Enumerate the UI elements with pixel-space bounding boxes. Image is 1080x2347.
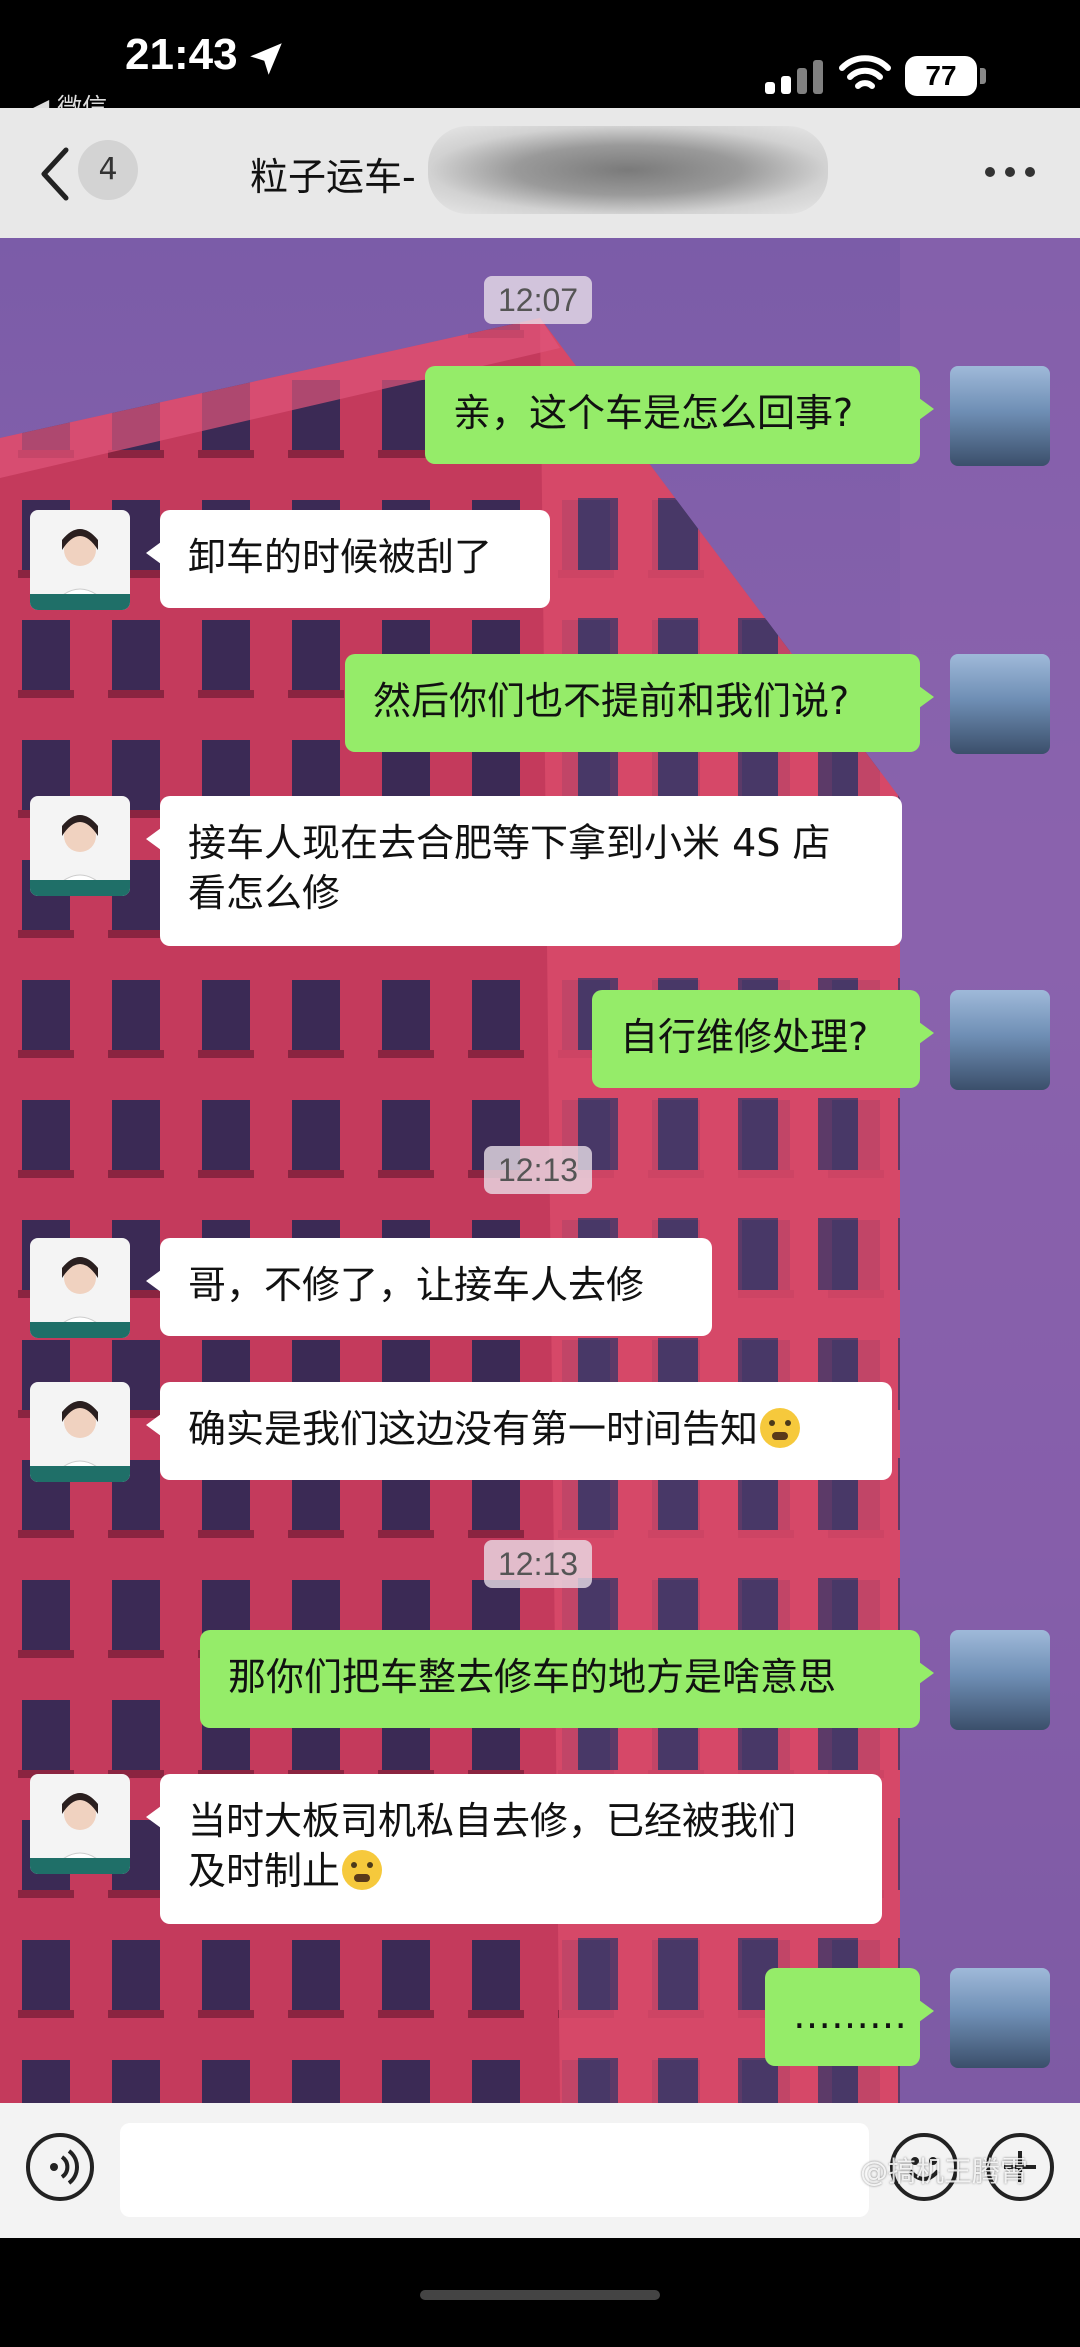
crying-face-emoji-icon <box>342 1850 383 1890</box>
message-text-line: 及时制止 <box>188 1849 341 1893</box>
home-indicator[interactable] <box>420 2290 660 2300</box>
message-text-line: 当时大板司机私自去修，已经被我们 <box>188 1799 797 1843</box>
message-text: 哥，不修了，让接车人去修 <box>188 1263 645 1307</box>
agent-avatar[interactable] <box>30 1774 130 1874</box>
my-avatar[interactable] <box>950 366 1050 466</box>
message-text: 亲，这个车是怎么回事? <box>453 391 854 435</box>
message-text: 然后你们也不提前和我们说? <box>373 679 850 723</box>
battery-indicator: 77 <box>905 56 977 96</box>
message-input[interactable] <box>120 2123 869 2217</box>
agent-avatar[interactable] <box>30 1382 130 1482</box>
message-text: ……… <box>793 1993 907 2037</box>
chat-header: 4 粒子运车- <box>0 108 1080 238</box>
wifi-icon <box>839 55 891 89</box>
my-avatar[interactable] <box>950 990 1050 1090</box>
home-bar-area <box>0 2238 1080 2347</box>
battery-cap-icon <box>980 68 986 84</box>
cellular-signal-icon <box>765 58 829 94</box>
message-bubble-agent[interactable]: 卸车的时候被刮了 <box>146 510 550 608</box>
voice-icon <box>50 2149 79 2185</box>
crying-face-emoji-icon <box>760 1408 801 1448</box>
agent-portrait-icon <box>30 1793 130 1874</box>
message-bubble-me[interactable]: ……… <box>765 1968 934 2066</box>
agent-portrait-icon <box>30 1257 130 1338</box>
message-bubble-agent[interactable]: 当时大板司机私自去修，已经被我们 及时制止 <box>146 1774 882 1924</box>
agent-avatar[interactable] <box>30 1238 130 1338</box>
agent-portrait-icon <box>30 529 130 610</box>
message-text-line: 接车人现在去合肥等下拿到小米 4S 店 <box>188 821 831 865</box>
back-chevron-icon[interactable] <box>32 144 80 204</box>
timestamp: 12:07 <box>484 276 593 324</box>
timestamp: 12:13 <box>484 1146 593 1194</box>
my-avatar[interactable] <box>950 654 1050 754</box>
agent-avatar[interactable] <box>30 510 130 610</box>
message-text: 确实是我们这边没有第一时间告知 <box>188 1407 759 1451</box>
voice-input-button[interactable] <box>26 2133 94 2201</box>
timestamp: 12:13 <box>484 1540 593 1588</box>
chat-title: 粒子运车- <box>250 155 416 199</box>
message-bubble-agent[interactable]: 确实是我们这边没有第一时间告知 <box>146 1382 892 1480</box>
watermark: @搞机王腾霄 <box>860 2155 1029 2188</box>
message-bubble-me[interactable]: 亲，这个车是怎么回事? <box>425 366 934 464</box>
chat-background: 12:07 12:13 12:13 亲，这个车是怎么回事? 卸车的时候被刮了 然… <box>0 238 1080 2103</box>
status-time: 21:43 <box>125 30 238 79</box>
my-avatar[interactable] <box>950 1630 1050 1730</box>
blurred-name-mask <box>428 126 828 214</box>
message-text: 自行维修处理? <box>620 1015 869 1059</box>
my-avatar[interactable] <box>950 1968 1050 2068</box>
status-bar: 21:43 ◀ 微信 77 <box>0 0 1080 122</box>
unread-count-badge[interactable]: 4 <box>78 140 138 200</box>
message-text: 那你们把车整去修车的地方是啥意思 <box>228 1655 837 1699</box>
message-bubble-agent[interactable]: 哥，不修了，让接车人去修 <box>146 1238 712 1336</box>
message-bubble-me[interactable]: 那你们把车整去修车的地方是啥意思 <box>200 1630 934 1728</box>
message-bubble-me[interactable]: 然后你们也不提前和我们说? <box>345 654 934 752</box>
message-bubble-me[interactable]: 自行维修处理? <box>592 990 934 1088</box>
agent-avatar[interactable] <box>30 796 130 896</box>
location-arrow-icon <box>250 43 282 75</box>
agent-portrait-icon <box>30 1401 130 1482</box>
message-text-line: 看怎么修 <box>188 871 341 915</box>
more-options-icon[interactable] <box>985 163 1045 183</box>
message-bubble-agent[interactable]: 接车人现在去合肥等下拿到小米 4S 店 看怎么修 <box>146 796 902 946</box>
agent-portrait-icon <box>30 815 130 896</box>
message-text: 卸车的时候被刮了 <box>188 535 493 579</box>
